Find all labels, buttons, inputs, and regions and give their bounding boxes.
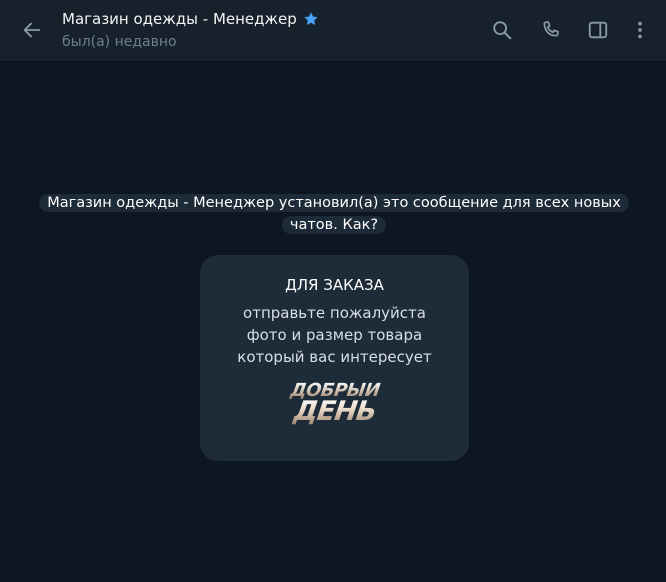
card-line: фото и размер товара <box>246 326 423 344</box>
search-button[interactable] <box>486 14 518 46</box>
chat-header: Магазин одежды - Менеджер был(а) недавно <box>0 0 666 62</box>
sidebar-toggle-icon <box>588 21 608 39</box>
sidepanel-toggle-button[interactable] <box>582 14 614 46</box>
service-message-text: Магазин одежды - Менеджер установил(а) э… <box>39 194 629 234</box>
chat-info[interactable]: Магазин одежды - Менеджер был(а) недавно <box>62 9 319 52</box>
back-button[interactable] <box>16 14 48 46</box>
card-line: который вас интересует <box>237 348 432 366</box>
card-line: отправьте пожалуйста <box>243 304 426 322</box>
search-icon <box>493 21 512 40</box>
sticker-line-2: ДЕНЬ <box>278 396 392 427</box>
arrow-left-icon <box>23 22 41 38</box>
greeting-message-card[interactable]: ДЛЯ ЗАКАЗА отправьте пожалуйста фото и р… <box>200 255 469 461</box>
card-heading: ДЛЯ ЗАКАЗА <box>285 276 384 294</box>
phone-icon <box>543 21 559 37</box>
call-button[interactable] <box>535 14 567 46</box>
star-icon <box>303 11 319 27</box>
service-message[interactable]: Магазин одежды - Менеджер установил(а) э… <box>20 192 648 236</box>
greeting-sticker: ДОБРЫЙ ДЕНЬ <box>278 380 392 427</box>
more-vertical-icon <box>638 21 642 39</box>
chat-title: Магазин одежды - Менеджер <box>62 10 297 28</box>
title-row: Магазин одежды - Менеджер <box>62 9 319 29</box>
card-body: отправьте пожалуйста фото и размер товар… <box>200 302 469 368</box>
chat-window: Магазин одежды - Менеджер был(а) недавно <box>0 0 666 582</box>
chat-status: был(а) недавно <box>62 34 177 50</box>
more-options-button[interactable] <box>624 14 656 46</box>
